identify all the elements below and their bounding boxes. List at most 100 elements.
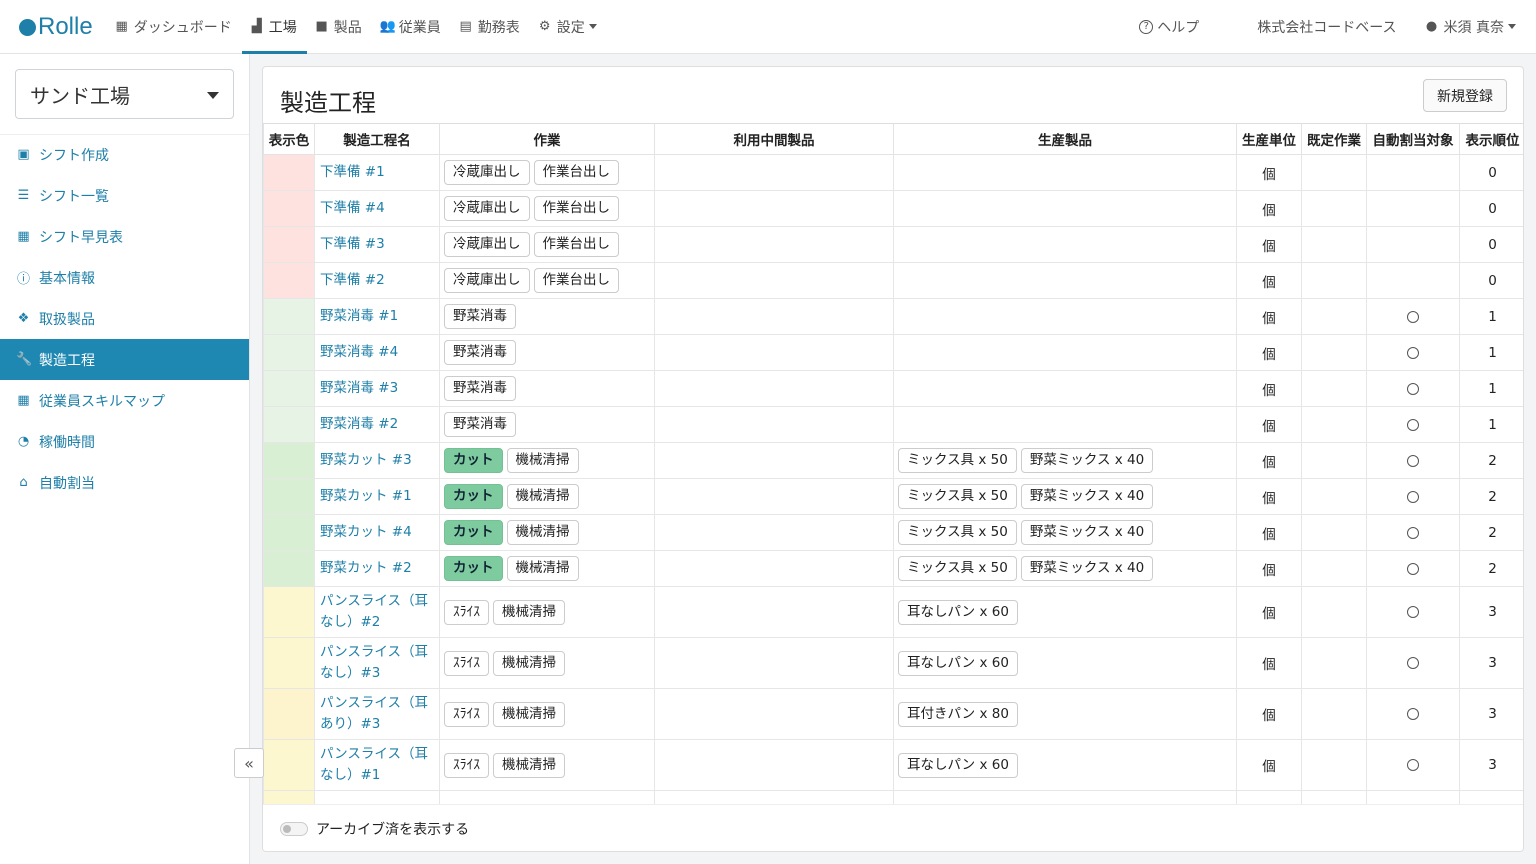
- task-chip: 野菜消毒: [444, 340, 516, 365]
- nav-item-0[interactable]: ▦ ダッシュボード: [107, 0, 242, 53]
- process-table-container[interactable]: 表示色 製造工程名 作業 利用中間製品 生産製品 生産単位 既定作業 自動割当対象 表示順位 下…: [263, 123, 1523, 804]
- sidebar-item-6[interactable]: ▦ 従業員スキルマップ: [0, 380, 249, 421]
- sidebar-item-2[interactable]: ▦ シフト早見表: [0, 216, 249, 257]
- process-name-link[interactable]: 野菜消毒 #2: [315, 414, 439, 435]
- sidebar-item-3[interactable]: ⓘ 基本情報: [0, 257, 249, 298]
- table-row[interactable]: パンスライス（耳なし）#3 ｽﾗｲｽ 機械清掃 耳なしパン x 60 個 3: [263, 637, 1523, 689]
- rolle-logo[interactable]: Rolle: [19, 0, 93, 53]
- factory-select[interactable]: サンド工場: [15, 69, 234, 119]
- display-order-cell: 1: [1459, 406, 1523, 443]
- sidebar-item-1[interactable]: ☰ シフト一覧: [0, 175, 249, 216]
- info-icon: ⓘ: [16, 272, 30, 287]
- table-row[interactable]: 下準備 #1 冷蔵庫出し 作業台出し 個 0: [263, 154, 1523, 191]
- tasks-cell: 野菜消毒: [439, 298, 655, 335]
- table-row[interactable]: 野菜カット #2 カット 機械清掃 ミックス具 x 50 野菜ミックス x 40 個 2: [263, 550, 1523, 587]
- default-task-cell: [1301, 478, 1367, 515]
- product-chip: ミックス具 x 50: [898, 520, 1017, 545]
- table-row[interactable]: 下準備 #2 冷蔵庫出し 作業台出し 個 0: [263, 262, 1523, 299]
- default-task-cell: [1301, 442, 1367, 479]
- collapse-sidebar-button[interactable]: «: [234, 748, 264, 778]
- table-row[interactable]: パンスライス（耳なし）#1 ｽﾗｲｽ 機械清掃 耳なしパン x 60 個 3: [263, 739, 1523, 791]
- process-name-link[interactable]: 野菜カット #4: [315, 522, 439, 543]
- process-name-link[interactable]: 野菜消毒 #1: [315, 306, 439, 327]
- clock-icon: ◔: [17, 434, 30, 449]
- process-name-link[interactable]: パンスライス（耳なし）#1: [315, 744, 439, 786]
- display-order-cell: 3: [1459, 739, 1523, 791]
- default-task-cell: [1301, 514, 1367, 551]
- table-row[interactable]: 野菜消毒 #4 野菜消毒 個 1: [263, 334, 1523, 371]
- display-order-cell: 3: [1459, 688, 1523, 740]
- company-name: 株式会社コードベース: [1243, 0, 1410, 53]
- table-row[interactable]: 野菜カット #3 カット 機械清掃 ミックス具 x 50 野菜ミックス x 40 個 2: [263, 442, 1523, 479]
- process-name-link[interactable]: パンスライス（耳なし）#3: [315, 642, 439, 684]
- process-name-link[interactable]: 下準備 #3: [315, 234, 439, 255]
- tasks-cell: カット 機械清掃: [439, 514, 655, 551]
- sidebar-item-5[interactable]: 🔧 製造工程: [0, 339, 249, 380]
- table-row[interactable]: 野菜カット #4 カット 機械清掃 ミックス具 x 50 野菜ミックス x 40 個 2: [263, 514, 1523, 551]
- default-task-cell: [1301, 790, 1367, 804]
- process-name-link[interactable]: 野菜カット #3: [315, 450, 439, 471]
- nav-item-4[interactable]: ▤ 勤務表: [451, 0, 530, 53]
- process-name-cell: パンスライス（耳なし）#1: [314, 739, 440, 791]
- sidebar-item-label: 稼働時間: [39, 434, 95, 451]
- process-name-link[interactable]: パンスライス（耳なし）#2: [315, 591, 439, 633]
- table-row[interactable]: 野菜カット #1 カット 機械清掃 ミックス具 x 50 野菜ミックス x 40 個 2: [263, 478, 1523, 515]
- products-cell: 耳なしパン x 60: [893, 739, 1237, 791]
- sidebar-item-4[interactable]: ❖ 取扱製品: [0, 298, 249, 339]
- column-header[interactable]: 表示順位: [1459, 123, 1523, 155]
- intermediate-products-cell: [654, 478, 894, 515]
- company-label: 株式会社コードベース: [1257, 19, 1397, 36]
- help-link[interactable]: ? ヘルプ: [1125, 0, 1213, 53]
- products-cell: 耳なしパン x 60: [893, 637, 1237, 689]
- table-icon: ▦: [17, 229, 30, 244]
- table-row[interactable]: 下準備 #4 冷蔵庫出し 作業台出し 個 0: [263, 190, 1523, 227]
- table-row[interactable]: パンスライス（耳ｽﾗｲｽ機械清掃 耳なしパン x 60個 3: [263, 790, 1523, 804]
- new-register-button[interactable]: 新規登録: [1423, 79, 1507, 112]
- nav-item-1[interactable]: ▟ 工場: [241, 0, 307, 54]
- column-header[interactable]: 製造工程名: [314, 123, 440, 155]
- sidebar-item-0[interactable]: ▣ シフト作成: [0, 134, 249, 175]
- column-header[interactable]: 自動割当対象: [1366, 123, 1460, 155]
- row-color-swatch: [263, 688, 315, 740]
- table-row[interactable]: 野菜消毒 #1 野菜消毒 個 1: [263, 298, 1523, 335]
- process-name-cell: 下準備 #2: [314, 262, 440, 299]
- task-chip: ｽﾗｲｽ: [444, 701, 489, 727]
- column-header[interactable]: 既定作業: [1301, 123, 1367, 155]
- auto-assign-cell: [1366, 298, 1460, 335]
- nav-item-5[interactable]: ⚙ 設定: [530, 0, 607, 53]
- display-order-cell: 2: [1459, 514, 1523, 551]
- products-cell: [893, 226, 1237, 263]
- process-name-link[interactable]: パンスライス（耳あり）#3: [315, 693, 439, 735]
- task-chip: 野菜消毒: [444, 304, 516, 329]
- nav-item-3[interactable]: 👥 従業員: [372, 0, 451, 53]
- task-chip: カット: [444, 448, 503, 473]
- nav-item-2[interactable]: ■ 製品: [307, 0, 372, 53]
- archive-toggle[interactable]: [280, 822, 308, 836]
- main-nav: ▦ ダッシュボード ▟ 工場 ■ 製品 👥 従業員 ▤ 勤務表 ⚙ 設定: [107, 0, 607, 54]
- process-name-link[interactable]: 野菜カット #2: [315, 558, 439, 579]
- tasks-cell: ｽﾗｲｽ機械清掃: [439, 586, 655, 638]
- process-name-link[interactable]: 野菜消毒 #3: [315, 378, 439, 399]
- process-name-link[interactable]: 野菜カット #1: [315, 486, 439, 507]
- sidebar-item-7[interactable]: ◔ 稼働時間: [0, 421, 249, 462]
- display-order-cell: 0: [1459, 154, 1523, 191]
- table-row[interactable]: パンスライス（耳あり）#3 ｽﾗｲｽ 機械清掃 耳付きパン x 80 個 3: [263, 688, 1523, 740]
- column-header[interactable]: 生産製品: [893, 123, 1237, 155]
- sidebar-item-8[interactable]: ⌂ 自動割当: [0, 462, 249, 503]
- table-row[interactable]: 下準備 #3 冷蔵庫出し 作業台出し 個 0: [263, 226, 1523, 263]
- column-header[interactable]: 利用中間製品: [654, 123, 894, 155]
- factory-icon: ▟: [251, 19, 262, 34]
- user-menu[interactable]: ● 米須 真奈: [1411, 0, 1536, 53]
- column-header[interactable]: 生産単位: [1236, 123, 1302, 155]
- process-name-link[interactable]: 下準備 #1: [315, 162, 439, 183]
- help-icon: ?: [1139, 19, 1154, 34]
- table-row[interactable]: パンスライス（耳なし）#2 ｽﾗｲｽ 機械清掃 耳なしパン x 60 個 3: [263, 586, 1523, 638]
- column-header[interactable]: 表示色: [263, 123, 315, 155]
- process-name-link[interactable]: 野菜消毒 #4: [315, 342, 439, 363]
- process-name-link[interactable]: 下準備 #4: [315, 198, 439, 219]
- user-icon: ●: [1425, 19, 1438, 34]
- table-row[interactable]: 野菜消毒 #2 野菜消毒 個 1: [263, 406, 1523, 443]
- table-row[interactable]: 野菜消毒 #3 野菜消毒 個 1: [263, 370, 1523, 407]
- column-header[interactable]: 作業: [439, 123, 655, 155]
- process-name-link[interactable]: 下準備 #2: [315, 270, 439, 291]
